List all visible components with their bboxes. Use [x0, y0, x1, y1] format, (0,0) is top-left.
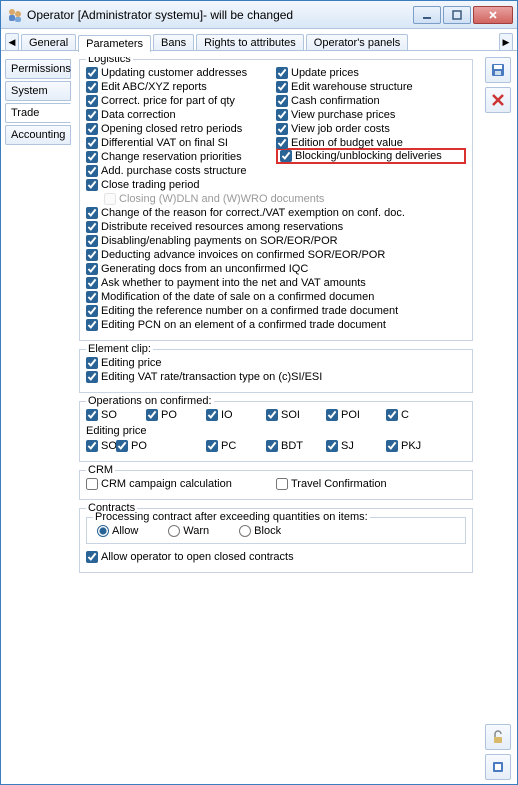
- radio-block[interactable]: Block: [239, 525, 281, 537]
- checkbox-cash-confirmation[interactable]: Cash confirmation: [276, 94, 466, 108]
- minimize-button[interactable]: [413, 6, 441, 24]
- allow-open-contracts-checkbox[interactable]: Allow operator to open closed contracts: [86, 550, 466, 564]
- element-clip-legend: Element clip:: [86, 343, 153, 355]
- checkbox-data-correction[interactable]: Data correction: [86, 108, 276, 122]
- checkbox-view-job-order-costs[interactable]: View job order costs: [276, 122, 466, 136]
- checkbox-c[interactable]: C: [386, 408, 446, 422]
- lock-button[interactable]: [485, 724, 511, 750]
- tab-general[interactable]: General: [21, 34, 76, 51]
- export-button[interactable]: [485, 754, 511, 780]
- checkbox-view-purchase-prices[interactable]: View purchase prices: [276, 108, 466, 122]
- checkbox-bdt[interactable]: BDT: [266, 439, 326, 453]
- checkbox-pc[interactable]: PC: [206, 439, 266, 453]
- side-tabs: PermissionsSystemTradeAccounting: [5, 57, 71, 780]
- checkbox-close-trading-period[interactable]: Close trading period: [86, 178, 276, 192]
- checkbox-blocking-unblocking-deliveries[interactable]: Blocking/unblocking deliveries: [276, 148, 466, 164]
- checkbox-edit-abc-xyz-reports[interactable]: Edit ABC/XYZ reports: [86, 80, 276, 94]
- top-tabs: GeneralParametersBansRights to attribute…: [21, 34, 497, 51]
- crm-group: CRM CRM campaign calculationTravel Confi…: [79, 470, 473, 500]
- save-button[interactable]: [485, 57, 511, 83]
- checkbox-opening-closed-retro-periods[interactable]: Opening closed retro periods: [86, 122, 276, 136]
- tab-operator-s-panels[interactable]: Operator's panels: [306, 34, 408, 51]
- app-icon: [7, 7, 23, 23]
- side-tab-trade[interactable]: Trade: [5, 103, 71, 123]
- checkbox-differential-vat-on-final-si[interactable]: Differential VAT on final SI: [86, 136, 276, 150]
- checkbox-distribute-received-resources-[interactable]: Distribute received resources among rese…: [86, 220, 466, 234]
- checkbox-sj[interactable]: SJ: [326, 439, 386, 453]
- editing-price-label: Editing price: [86, 425, 466, 437]
- tab-parameters[interactable]: Parameters: [78, 35, 151, 52]
- checkbox-editing-the-reference-number-o[interactable]: Editing the reference number on a confir…: [86, 304, 466, 318]
- checkbox-change-of-the-reason-for-corre[interactable]: Change of the reason for correct./VAT ex…: [86, 206, 466, 220]
- radio-allow[interactable]: Allow: [97, 525, 138, 537]
- checkbox-correct-price-for-part-of-qty[interactable]: Correct. price for part of qty: [86, 94, 276, 108]
- delete-button[interactable]: [485, 87, 511, 113]
- main-panel: Logistics Updating customer addressesEdi…: [77, 57, 477, 780]
- contracts-processing-group: Processing contract after exceeding quan…: [86, 517, 466, 544]
- checkbox-update-prices[interactable]: Update prices: [276, 66, 466, 80]
- checkbox-crm-campaign-calculation[interactable]: CRM campaign calculation: [86, 477, 276, 491]
- logistics-group: Logistics Updating customer addressesEdi…: [79, 59, 473, 341]
- radio-warn[interactable]: Warn: [168, 525, 209, 537]
- checkbox-poi[interactable]: POI: [326, 408, 386, 422]
- checkbox-po[interactable]: PO: [116, 439, 146, 453]
- crm-legend: CRM: [86, 464, 115, 476]
- checkbox-pkj[interactable]: PKJ: [386, 439, 446, 453]
- close-button[interactable]: [473, 6, 513, 24]
- checkbox-disabling-enabling-payments-on[interactable]: Disabling/enabling payments on SOR/EOR/P…: [86, 234, 466, 248]
- checkbox-po[interactable]: PO: [146, 408, 206, 422]
- checkbox-so[interactable]: SO: [86, 439, 116, 453]
- tab-rights-to-attributes[interactable]: Rights to attributes: [196, 34, 304, 51]
- checkbox-editing-vat-rate-transaction-t[interactable]: Editing VAT rate/transaction type on (c)…: [86, 370, 466, 384]
- checkbox-so[interactable]: SO: [86, 408, 146, 422]
- checkbox-updating-customer-addresses[interactable]: Updating customer addresses: [86, 66, 276, 80]
- tab-scroll-right[interactable]: ▶: [499, 33, 513, 51]
- element-clip-group: Element clip: Editing priceEditing VAT r…: [79, 349, 473, 393]
- side-tab-permissions[interactable]: Permissions: [5, 59, 71, 79]
- side-tab-accounting[interactable]: Accounting: [5, 125, 71, 145]
- logistics-legend: Logistics: [86, 57, 133, 65]
- checkbox-soi[interactable]: SOI: [266, 408, 326, 422]
- side-tab-system[interactable]: System: [5, 81, 71, 101]
- checkbox-ask-whether-to-payment-into-th[interactable]: Ask whether to payment into the net and …: [86, 276, 466, 290]
- checkbox-io[interactable]: IO: [206, 408, 266, 422]
- checkbox-modification-of-the-date-of-sa[interactable]: Modification of the date of sale on a co…: [86, 290, 466, 304]
- checkbox-generating-docs-from-an-unconf[interactable]: Generating docs from an unconfirmed IQC: [86, 262, 466, 276]
- checkbox-deducting-advance-invoices-on-[interactable]: Deducting advance invoices on confirmed …: [86, 248, 466, 262]
- operations-group: Operations on confirmed: SOPOIOSOIPOIC E…: [79, 401, 473, 462]
- contracts-group: Contracts Processing contract after exce…: [79, 508, 473, 573]
- maximize-button[interactable]: [443, 6, 471, 24]
- checkbox-editing-price[interactable]: Editing price: [86, 356, 466, 370]
- operations-legend: Operations on confirmed:: [86, 395, 214, 407]
- checkbox-travel-confirmation[interactable]: Travel Confirmation: [276, 477, 466, 491]
- checkbox-change-reservation-priorities[interactable]: Change reservation priorities: [86, 150, 276, 164]
- titlebar: Operator [Administrator systemu]- will b…: [1, 1, 517, 29]
- checkbox-editing-pcn-on-an-element-of-a[interactable]: Editing PCN on an element of a confirmed…: [86, 318, 466, 332]
- window-title: Operator [Administrator systemu]- will b…: [27, 8, 293, 22]
- tab-scroll-left[interactable]: ◀: [5, 33, 19, 51]
- closing-docs-checkbox: Closing (W)DLN and (W)WRO documents: [86, 192, 466, 206]
- checkbox-edit-warehouse-structure[interactable]: Edit warehouse structure: [276, 80, 466, 94]
- tab-bans[interactable]: Bans: [153, 34, 194, 51]
- checkbox-add-purchase-costs-structure[interactable]: Add. purchase costs structure: [86, 164, 276, 178]
